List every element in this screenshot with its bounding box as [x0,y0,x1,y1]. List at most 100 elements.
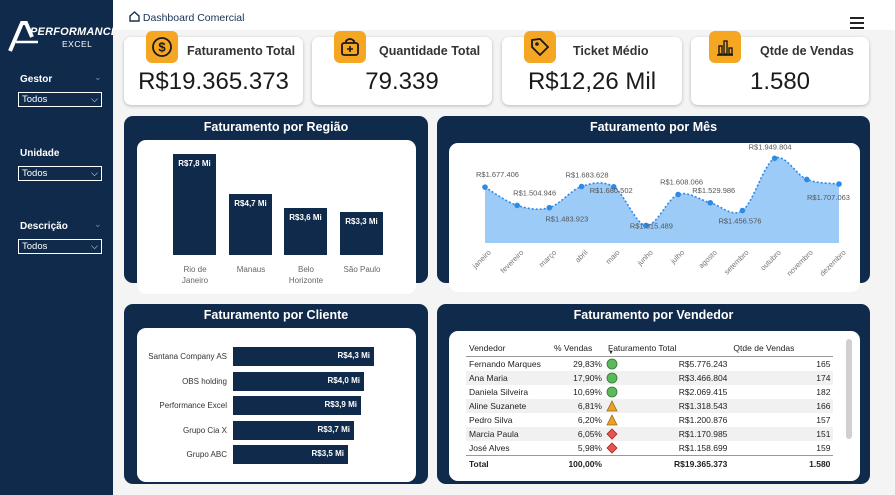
total-faturamento: R$19.365.373 [671,455,731,472]
vendedor-name: Fernando Marques [469,359,541,369]
data-point[interactable] [836,181,842,187]
chevron-down-icon[interactable]: ⌄ [94,72,102,83]
data-label: R$1.529.986 [692,186,735,195]
filter-unidade-label: Unidade [20,148,60,159]
data-label: R$1.315.489 [630,221,673,230]
data-point[interactable] [514,202,520,209]
category-label: Belo Horizonte [288,265,324,285]
table-row[interactable]: José Alves 5,98% R$1.158.699 159 [466,441,833,456]
data-label: R$1.707.063 [807,193,850,202]
filter-unidade-select[interactable]: Todos ⌵ [18,166,102,181]
chart-title: Faturamento por Cliente [203,308,349,322]
bar-0[interactable]: R$4,3 Mi [233,347,374,366]
home-icon [129,11,140,22]
col-header-pct[interactable]: % Vendas [551,339,605,357]
yellow-triangle-icon [606,414,618,428]
status-cell [605,427,671,441]
hamburger-menu-icon[interactable] [850,17,864,29]
status-cell [605,357,671,372]
green-circle-icon [606,358,618,372]
data-point[interactable] [739,207,746,214]
bar-2[interactable]: R$3,9 Mi [233,396,361,415]
table-row[interactable]: Pedro Silva 6,20% R$1.200.876 157 [466,413,833,427]
vendedor-name: José Alves [469,443,510,453]
data-point[interactable] [771,155,778,162]
bar-4[interactable]: R$3,5 Mi [233,445,348,464]
filter-gestor-select[interactable]: Todos ⌵ [18,92,102,107]
data-point[interactable] [804,176,810,183]
table-row[interactable]: Daniela Silveira 10,69% R$2.069.415 182 [466,385,833,399]
data-label: R$4,3 Mi [337,351,370,360]
col-header-qtd[interactable]: Qtde de Vendas [730,339,834,357]
status-cell [605,385,671,399]
data-label: R$1.677.406 [476,170,519,179]
chevron-down-icon[interactable]: ⌄ [94,219,102,230]
kpi-card-vendas: Qtde de Vendas 1.580 [691,31,869,105]
vendedor-faturamento: R$1.200.876 [678,415,728,425]
vendedor-pct: 6,20% [577,415,602,425]
red-diamond-icon [606,428,618,442]
col-header-vendedor[interactable]: Vendedor [466,339,551,357]
bar-0[interactable]: R$7,8 Mi [173,154,216,255]
dropdown-arrow-icon: ⌵ [91,168,98,178]
dropdown-arrow-icon: ⌵ [91,94,98,104]
data-label: R$7,8 Mi [178,159,211,168]
col-header-faturamento-label: Faturamento Total [608,342,677,353]
bar-2[interactable]: R$3,6 Mi [284,208,327,255]
data-label: R$4,0 Mi [327,375,360,385]
kpi-label: Ticket Médio [573,44,649,58]
logo-text: PERFORMANCE [30,26,119,38]
sort-desc-icon: ▼ [608,350,614,356]
vendedor-name: Marcia Paula [466,427,551,441]
data-point[interactable] [546,204,553,211]
data-label: R$1.683.628 [566,170,609,179]
data-label: R$1.504.946 [513,188,556,197]
green-circle-icon [606,386,618,400]
data-point[interactable] [707,199,714,206]
bar-1[interactable]: R$4,0 Mi [233,371,364,391]
table-title: Faturamento por Vendedor [573,308,734,322]
table-row[interactable]: Ana Maria 17,90% R$3.466.804 174 [466,371,834,385]
data-point[interactable] [675,191,681,198]
kpi-label: Qtde de Vendas [760,44,854,58]
category-label: Performance Excel [159,401,227,410]
data-label: R$1.483.923 [545,215,588,224]
data-point[interactable] [578,183,585,190]
kpi-value: 1.580 [749,68,811,95]
vendedor-table: Vendedor % Vendas Faturamento Total ▼ Qtd… [466,339,834,472]
yellow-triangle-icon [606,400,618,414]
kpi-value: 79.339 [365,68,439,95]
vendedor-qtd: 157 [816,415,831,425]
breadcrumb[interactable]: Dashboard Comercial [129,11,244,24]
chart-title: Faturamento por Região [203,120,349,134]
vendedor-qtd: 166 [730,399,834,413]
table-row[interactable]: Marcia Paula 6,05% R$1.170.985 151 [466,427,834,441]
vendedor-qtd: 182 [816,387,831,397]
status-cell [605,413,671,427]
category-label: Manaus [236,265,266,274]
category-label: Rio de Janeiro [181,265,209,285]
data-label: R$3,5 Mi [311,449,344,458]
bar-1[interactable]: R$4,7 Mi [229,194,272,255]
category-label: São Paulo [343,265,381,274]
data-label: R$1.680.502 [590,186,633,195]
bar-3[interactable]: R$3,3 Mi [340,212,383,255]
table-row[interactable]: Fernando Marques 29,83% R$5.776.243 165 [466,357,833,372]
total-qtd: 1.580 [730,455,834,472]
total-pct: 100,00% [551,455,605,472]
dropdown-arrow-icon: ⌵ [91,241,98,251]
vendedor-pct: 6,81% [551,399,605,413]
vendedor-qtd: 151 [730,427,834,441]
filter-descricao-select[interactable]: Todos ⌵ [18,239,102,254]
regiao-chart: R$7,8 Mi Rio de Janeiro R$4,7 Mi Manaus R$3,… [137,140,416,294]
vendedor-faturamento: R$5.776.243 [678,359,728,369]
chart-title: Faturamento por Mês [589,120,718,134]
col-header-faturamento[interactable]: Faturamento Total ▼ [605,339,731,357]
data-point[interactable] [482,184,488,190]
bar-3[interactable]: R$3,7 Mi [233,420,354,440]
table-row[interactable]: Aline Suzanete 6,81% R$1.318.543 166 [466,399,834,414]
vendedor-qtd: 174 [730,371,834,385]
vendedor-pct: 6,05% [551,427,605,441]
table-scrollbar[interactable] [846,339,852,439]
filter-unidade-value: Todos [22,168,48,179]
